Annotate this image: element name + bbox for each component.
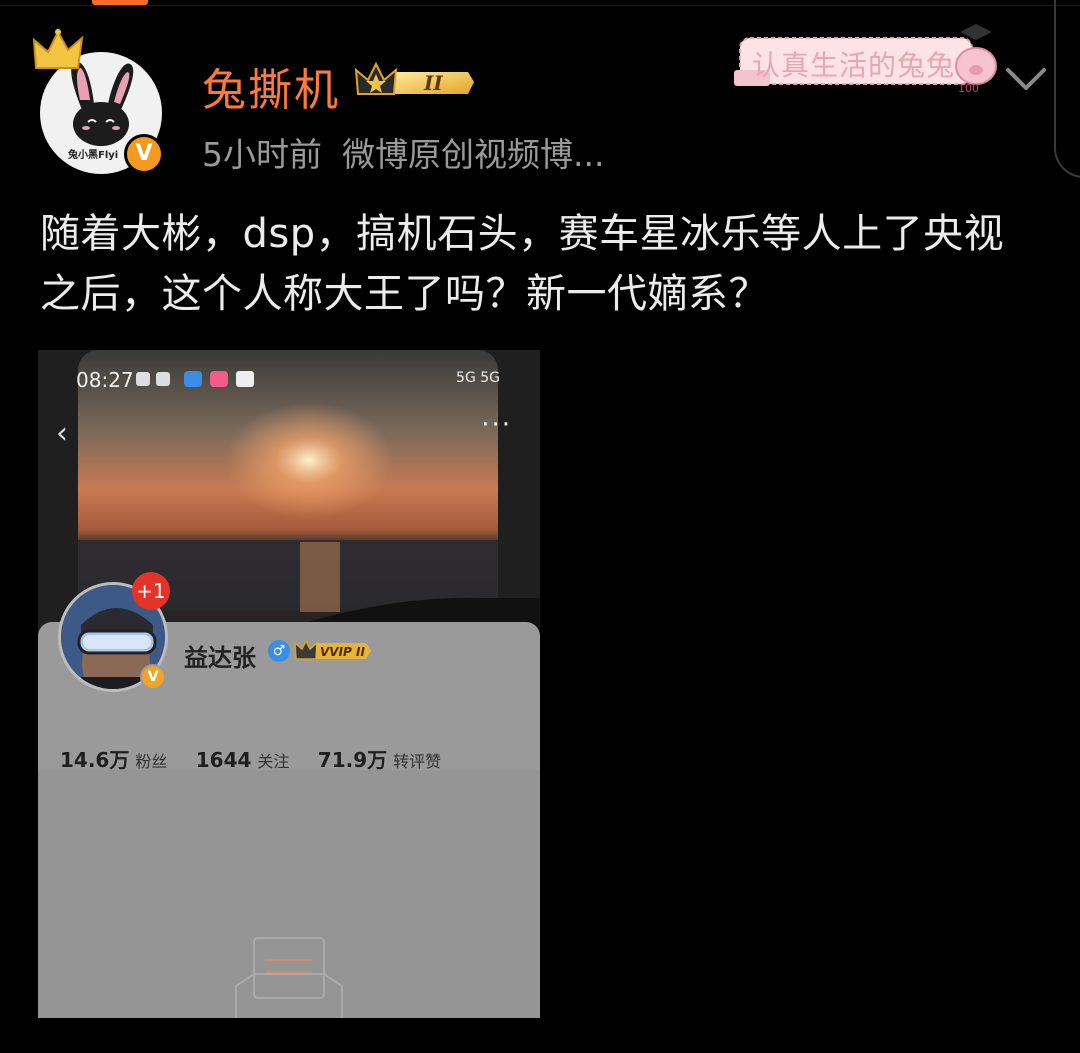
top-divider [0,5,1080,6]
vvip-label: VVIP II [320,645,365,659]
vvip-badge-icon: VVIP II [294,639,371,660]
vip-badge-icon[interactable]: II [354,60,476,104]
stat-label: 关注 [257,752,290,771]
status-signal: 5G 5G [456,370,500,386]
decoration-text: 认真生活的兔兔 [752,49,956,82]
chevron-down-icon[interactable] [1002,62,1050,98]
decoration-score: 100 [958,82,979,95]
vip-level: II [423,71,443,95]
embedded-image[interactable]: 08:27 5G 5G ‹ ··· +1 V 益达张 ♂ VVIP II 14.… [38,350,540,1018]
stat-label: 粉丝 [135,752,168,771]
stat-value: 1644 [195,748,252,772]
verified-icon: V [124,134,164,174]
profile-stats: 14.6万 粉丝 1644 关注 71.9万 转评赞 [60,744,463,773]
crown-icon [32,29,84,69]
stat-value: 14.6万 [60,748,130,772]
profile-verified-icon: V [140,664,166,690]
empty-state-icon [235,937,343,1018]
stat-label: 转评赞 [393,752,442,771]
post-content: 随着大彬，dsp，搞机石头，赛车星冰乐等人上了央视之后，这个人称大王了吗？新一代… [40,211,1005,317]
back-arrow-icon[interactable]: ‹ [56,416,68,451]
scrollbar-edge [1054,0,1080,178]
more-icon[interactable]: ··· [481,410,512,440]
status-bar-icons [136,371,254,387]
post-meta: 5小时前 微博原创视频博... [202,128,604,176]
profile-name: 益达张 [184,644,256,672]
avatar-label: 兔小黑Flyi [68,150,119,161]
notification-badge: +1 [132,572,170,610]
username[interactable]: 兔撕机 [202,54,340,118]
status-time: 08:27 [76,368,134,392]
gender-male-icon: ♂ [268,640,290,662]
stat-value: 71.9万 [317,748,388,772]
post-source[interactable]: 微博原创视频博... [342,135,604,174]
post-timestamp: 5小时前 [202,135,322,174]
